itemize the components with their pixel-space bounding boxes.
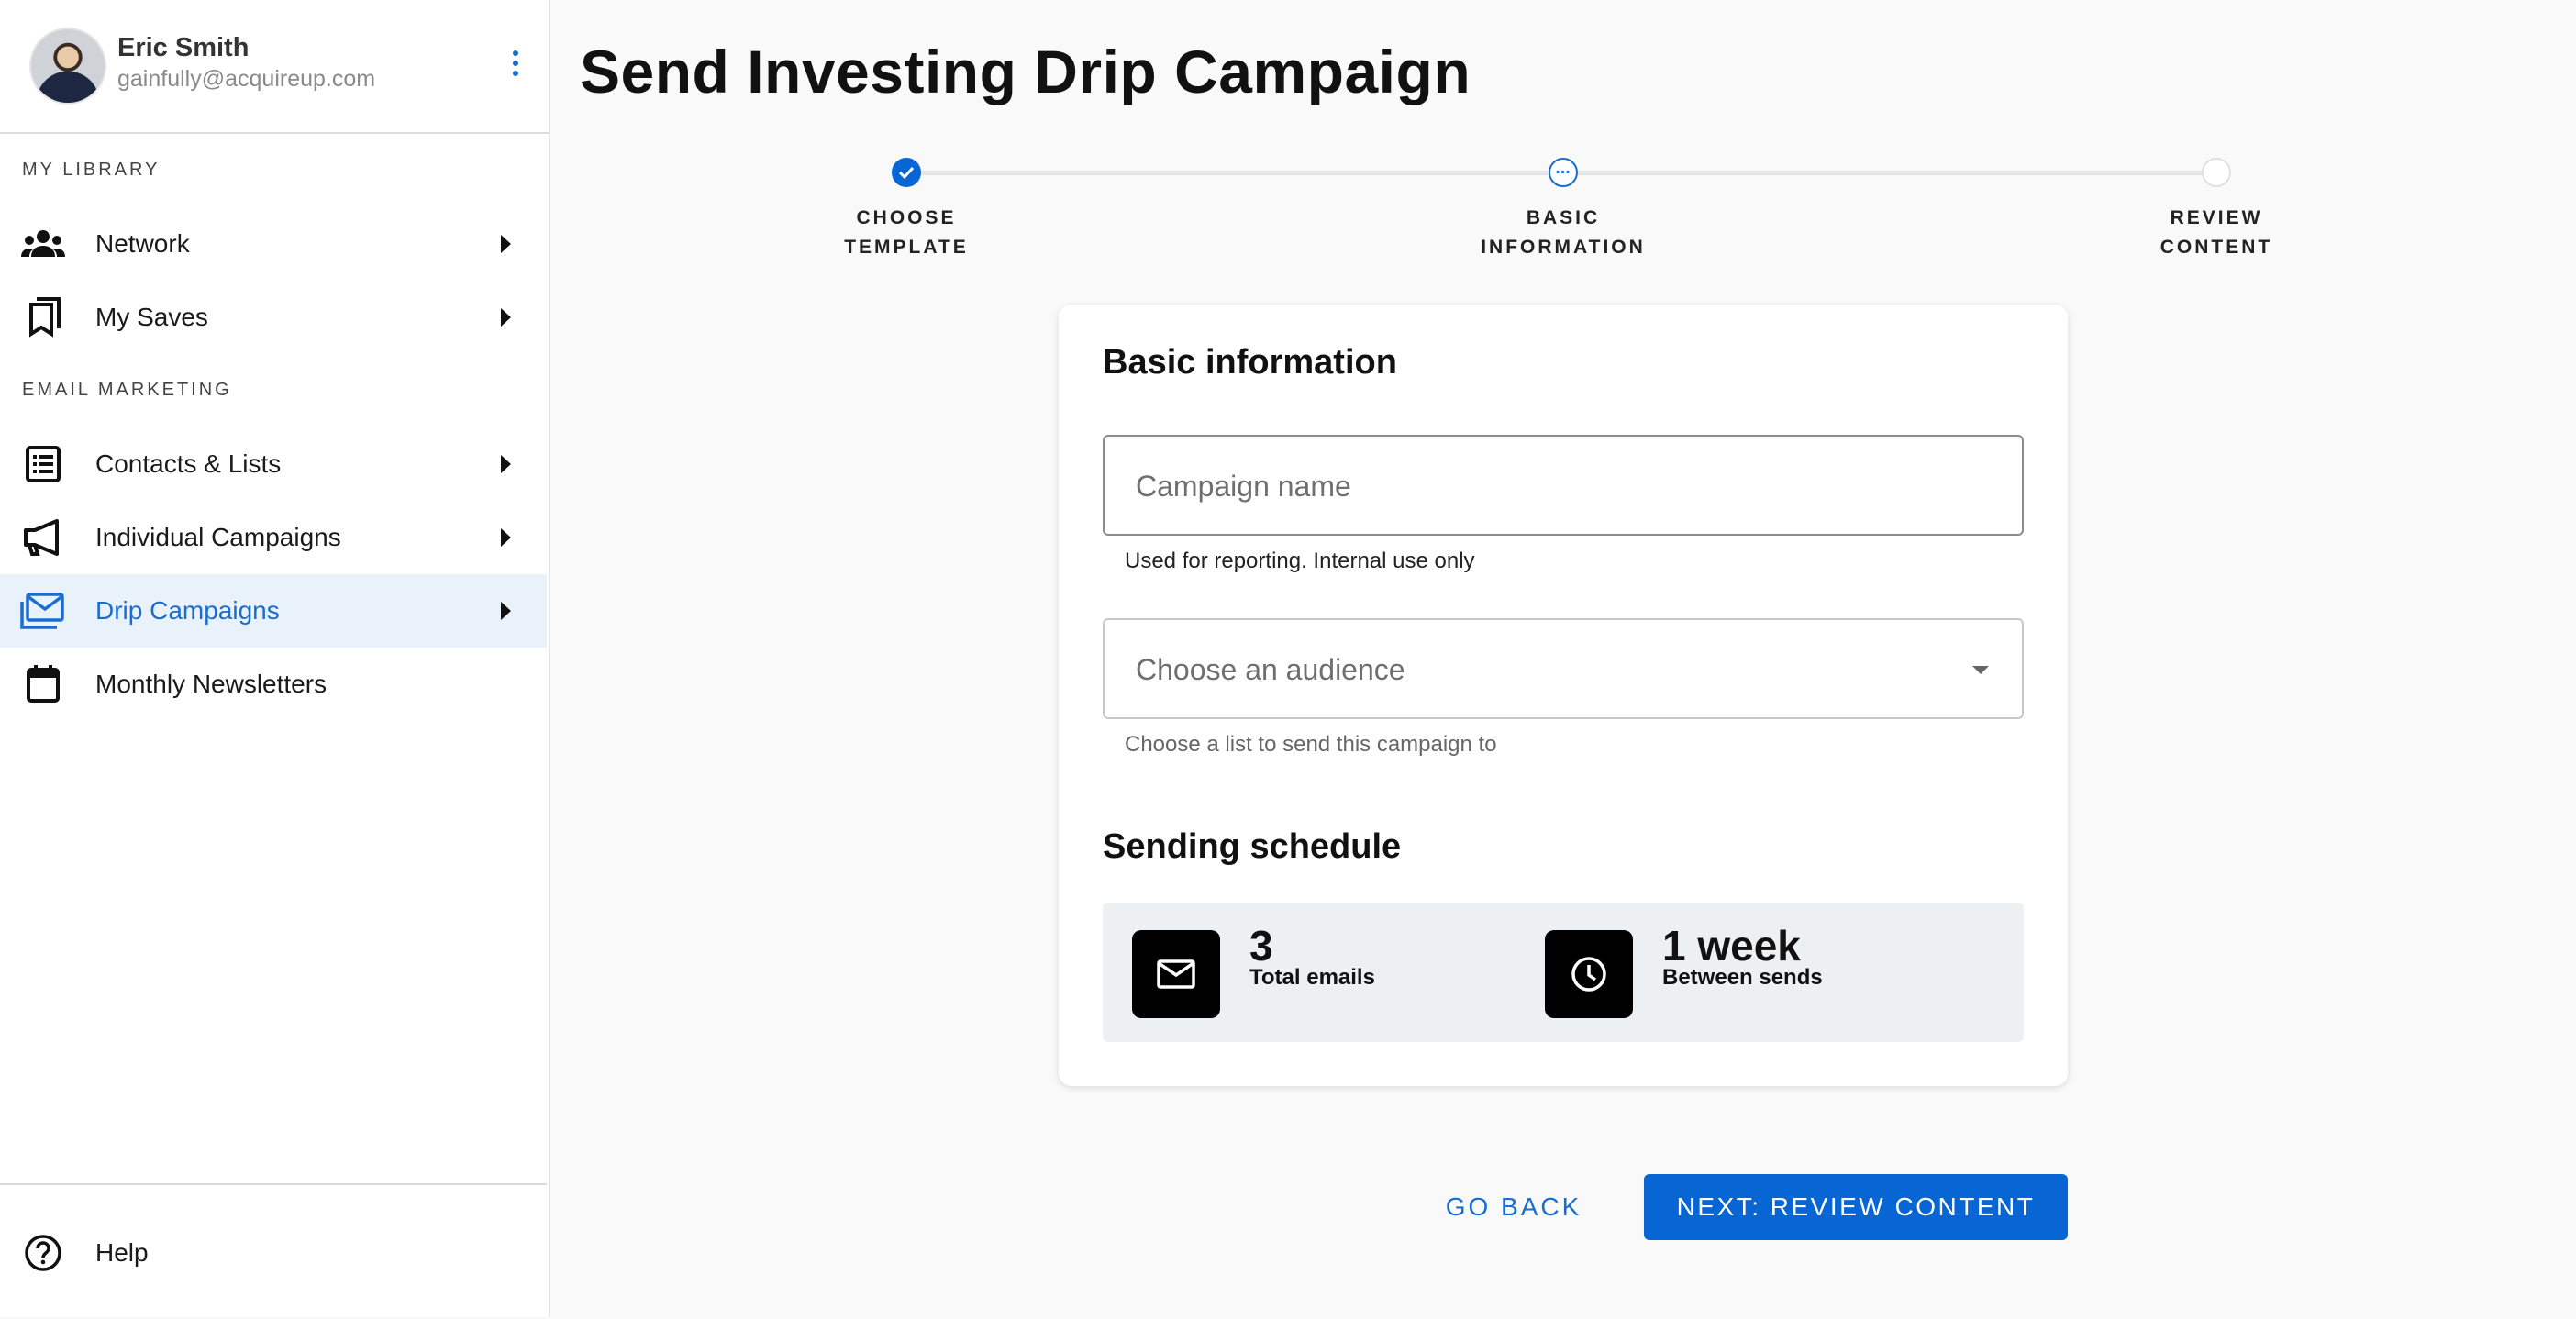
bookmarks-icon	[20, 297, 66, 338]
sidebar-item-label: Help	[95, 1238, 149, 1267]
audience-select[interactable]: Choose an audience	[1103, 618, 2024, 719]
sidebar-item-label: Monthly Newsletters	[95, 670, 328, 698]
help-circle-icon	[20, 1233, 66, 1273]
step-upcoming-circle-icon[interactable]	[2202, 158, 2231, 187]
sidebar-item-label: My Saves	[95, 303, 208, 331]
sidebar-item-drip-campaigns[interactable]: Drip Campaigns	[0, 574, 547, 648]
chevron-right-icon	[501, 308, 511, 327]
profile-name: Eric Smith	[117, 33, 250, 62]
people-icon	[20, 224, 66, 264]
dropdown-arrow-icon	[1972, 666, 1989, 674]
basic-information-heading: Basic information	[1103, 343, 1397, 382]
audience-helper: Choose a list to send this campaign to	[1125, 732, 1497, 757]
basic-information-card: Basic information Campaign name Used for…	[1059, 305, 2068, 1086]
section-label-library: MY LIBRARY	[22, 160, 161, 180]
go-back-button[interactable]: GO BACK	[1427, 1174, 1600, 1240]
mail-icon	[1132, 930, 1220, 1018]
step-label-basic-information: BASIC INFORMATION	[1481, 207, 1646, 258]
step-label-review-content: REVIEW CONTENT	[2160, 207, 2273, 258]
sidebar-item-label: Contacts & Lists	[95, 449, 282, 478]
sidebar-item-monthly-newsletters[interactable]: Monthly Newsletters	[0, 648, 547, 721]
step-label-choose-template: CHOOSE TEMPLATE	[844, 207, 969, 258]
page-title: Send Investing Drip Campaign	[580, 38, 1471, 105]
next-review-content-button[interactable]: NEXT: REVIEW CONTENT	[1644, 1174, 2068, 1240]
total-emails-caption: Total emails	[1249, 965, 1375, 990]
chevron-right-icon	[501, 235, 511, 253]
step-current-dots-icon[interactable]	[1549, 158, 1578, 187]
email-drip-icon	[20, 591, 66, 631]
megaphone-icon	[20, 517, 66, 558]
campaign-name-placeholder: Campaign name	[1136, 470, 1351, 503]
sidebar-item-network[interactable]: Network	[0, 207, 547, 281]
sidebar-item-contacts-lists[interactable]: Contacts & Lists	[0, 427, 547, 501]
more-options-icon[interactable]	[506, 48, 525, 84]
sidebar-item-help[interactable]: Help	[0, 1216, 547, 1290]
sidebar-item-label: Drip Campaigns	[95, 596, 280, 625]
interval-value: 1 week	[1662, 922, 1801, 970]
sidebar: Eric Smith gainfully@acquireup.com MY LI…	[0, 0, 550, 1317]
chevron-right-icon	[501, 528, 511, 547]
sidebar-item-individual-campaigns[interactable]: Individual Campaigns	[0, 501, 547, 574]
list-icon	[20, 444, 66, 484]
total-emails-value: 3	[1249, 922, 1273, 970]
chevron-right-icon	[501, 602, 511, 620]
step-complete-check-icon[interactable]	[892, 158, 921, 187]
campaign-name-field[interactable]: Campaign name	[1103, 435, 2024, 536]
interval-caption: Between sends	[1662, 965, 1823, 990]
campaign-name-helper: Used for reporting. Internal use only	[1125, 549, 1475, 573]
sidebar-item-my-saves[interactable]: My Saves	[0, 281, 547, 354]
profile-header: Eric Smith gainfully@acquireup.com	[0, 0, 549, 134]
clock-icon	[1545, 930, 1633, 1018]
sidebar-footer: Help	[0, 1183, 547, 1319]
sending-schedule-summary: 3 Total emails 1 week Between sends	[1103, 903, 2024, 1042]
sidebar-item-label: Network	[95, 229, 190, 258]
avatar[interactable]	[29, 28, 106, 105]
section-label-email-marketing: EMAIL MARKETING	[22, 380, 232, 400]
sending-schedule-heading: Sending schedule	[1103, 827, 1402, 866]
chevron-right-icon	[501, 455, 511, 473]
sidebar-item-label: Individual Campaigns	[95, 523, 341, 551]
profile-email: gainfully@acquireup.com	[117, 66, 376, 92]
calendar-icon	[20, 664, 66, 704]
audience-placeholder: Choose an audience	[1136, 653, 1405, 686]
